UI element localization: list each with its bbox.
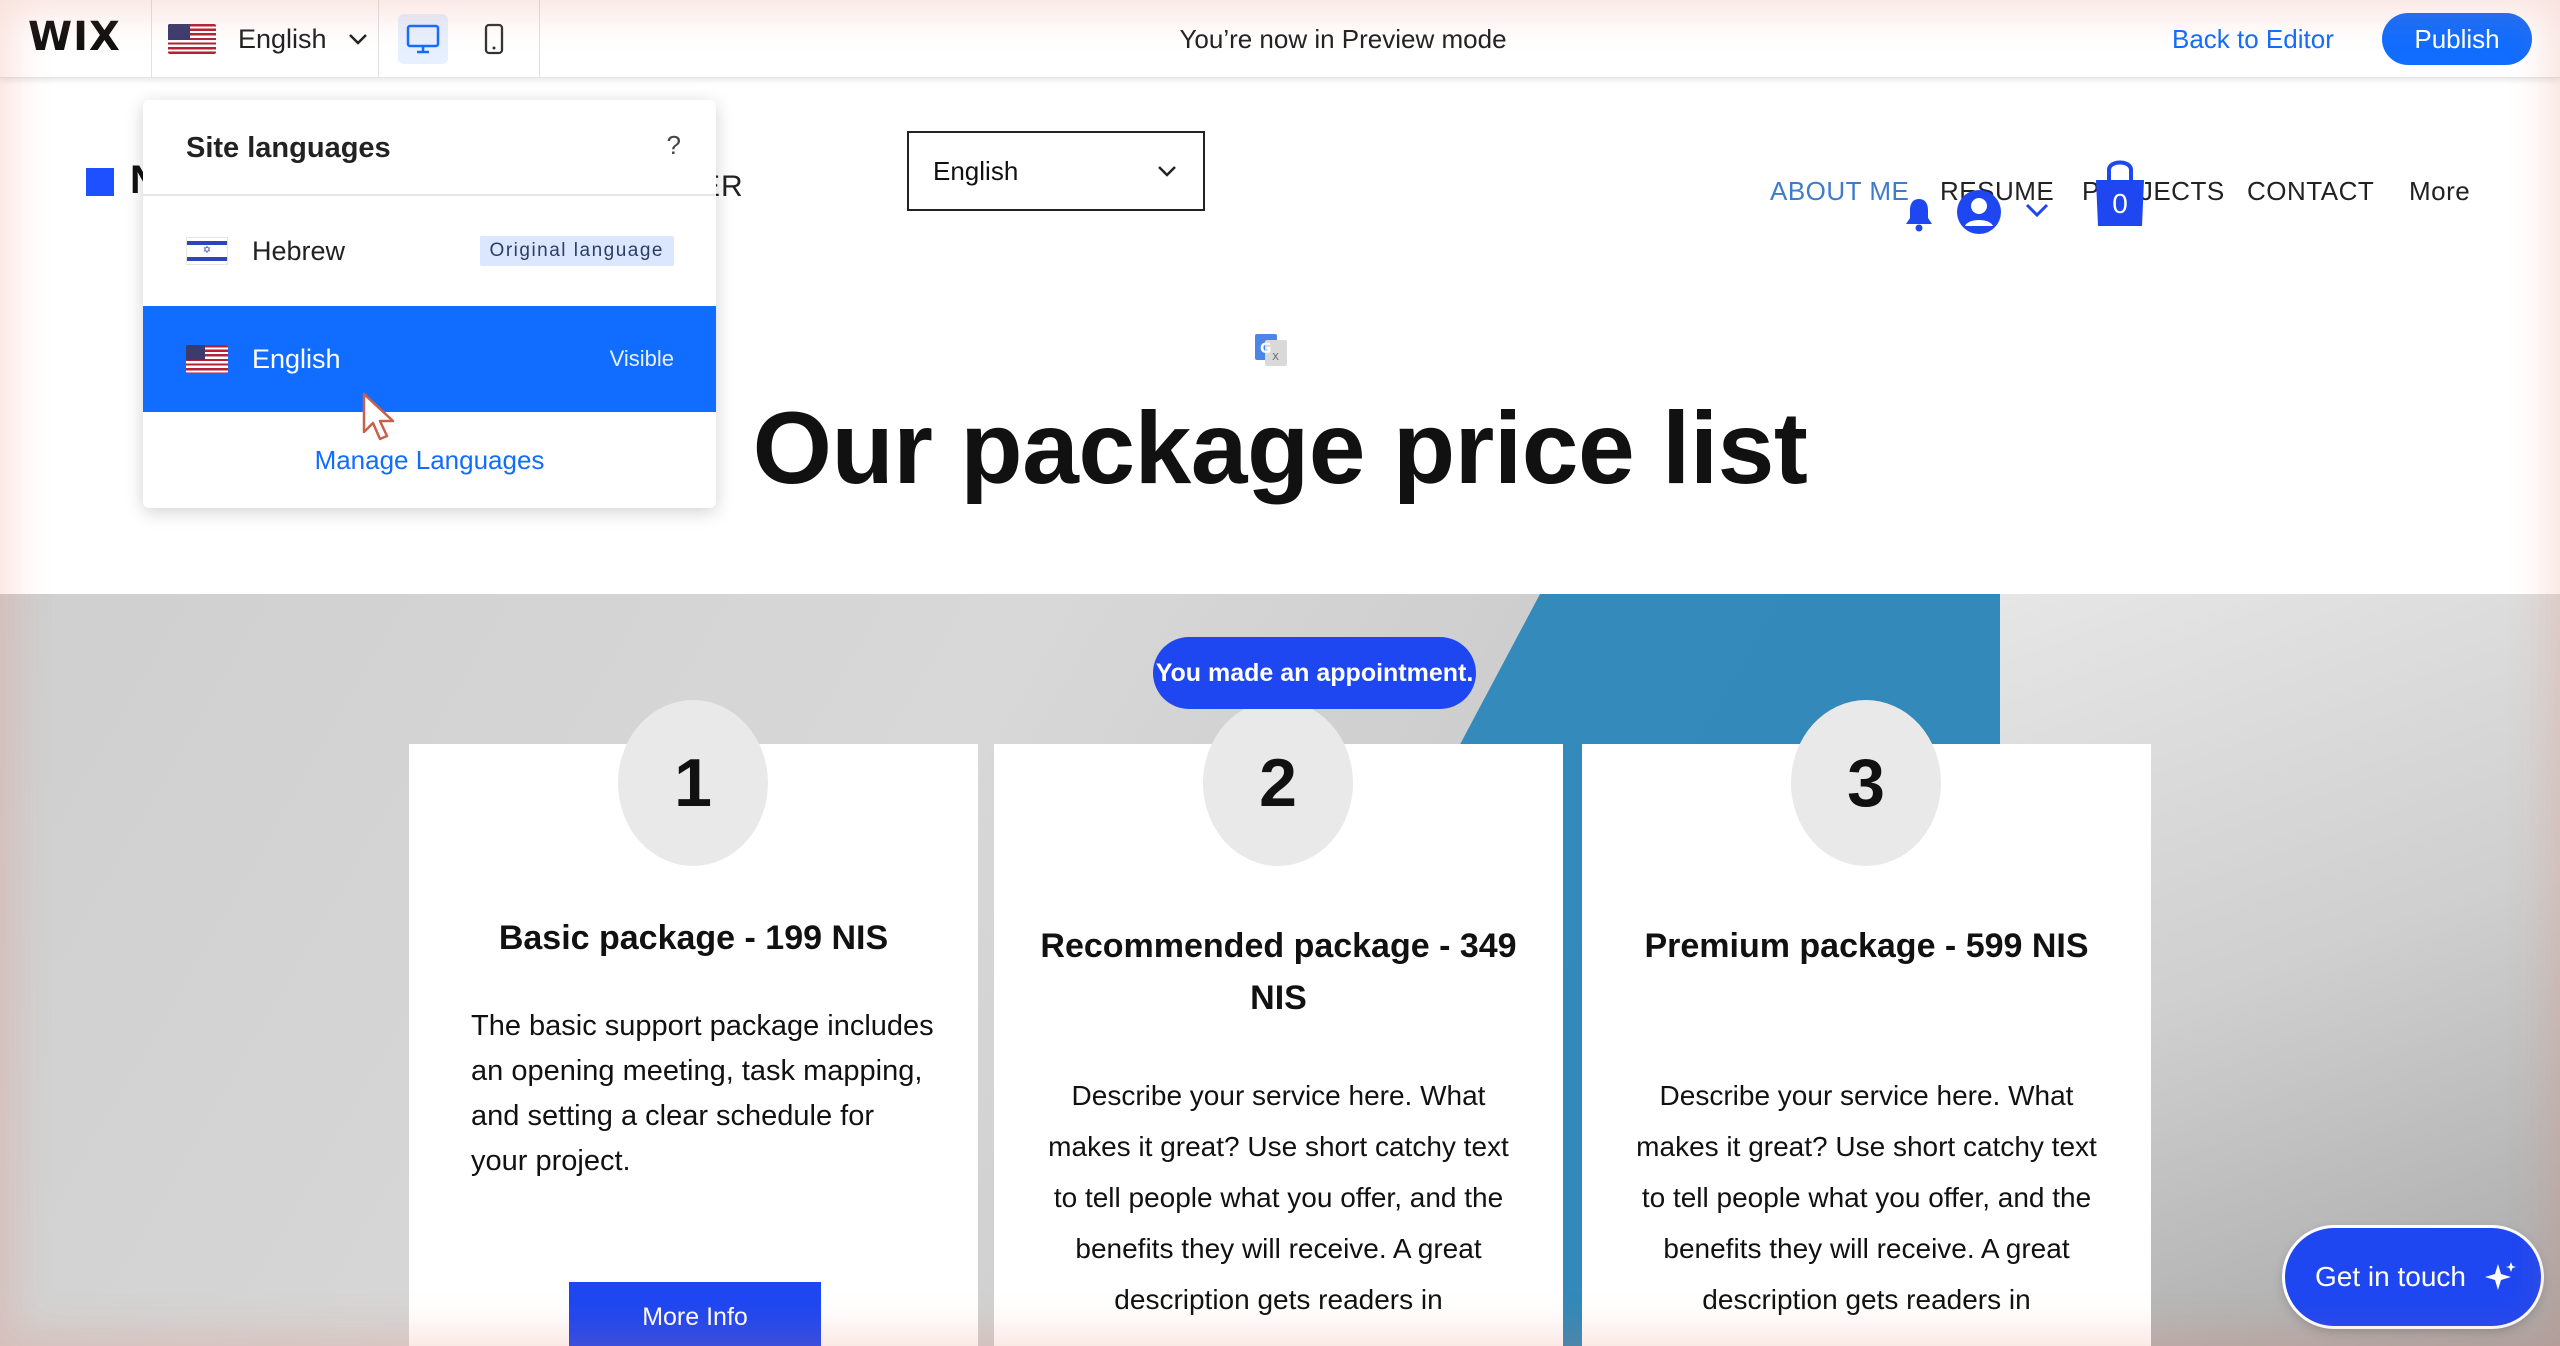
bell-icon[interactable] (1903, 196, 1935, 232)
nav-about-me[interactable]: ABOUT ME (1770, 176, 1909, 207)
user-avatar-icon[interactable] (1955, 188, 2003, 236)
sparkle-icon (2484, 1262, 2516, 1290)
cart-count: 0 (2112, 188, 2128, 219)
language-option-hebrew[interactable]: ✡ Hebrew Original language (143, 198, 716, 304)
svg-text:x: x (1272, 349, 1279, 363)
get-in-touch-label: Get in touch (2315, 1261, 2466, 1292)
nav-more[interactable]: More (2409, 176, 2470, 207)
package-description: Describe your service here. What makes i… (1048, 1080, 1509, 1315)
pricing-section: You made an appointment. 1 Basic package… (0, 594, 2560, 1346)
package-title: Recommended package - 349 NIS (1040, 927, 1517, 1017)
more-info-button[interactable]: More Info (569, 1282, 821, 1346)
package-number: 2 (1203, 700, 1353, 866)
package-card-basic: 1 Basic package - 199 NIS The basic supp… (409, 700, 978, 1346)
translate-icon[interactable]: G x (1253, 332, 1289, 368)
package-number: 1 (618, 700, 768, 866)
language-name: Hebrew (252, 235, 346, 266)
site-languages-popover: Site languages ? ✡ Hebrew Original langu… (143, 100, 716, 508)
chevron-down-icon[interactable] (2024, 200, 2050, 220)
chevron-down-icon (348, 34, 367, 45)
preview-toolbar: WIX English You’re now in Preview mode B… (0, 0, 2560, 78)
toolbar-divider (378, 0, 379, 78)
popover-title: Site languages (186, 132, 391, 164)
package-number: 3 (1791, 700, 1941, 866)
us-flag-icon (168, 24, 216, 54)
package-title: Premium package - 599 NIS (1644, 927, 2089, 965)
site-language-select[interactable]: English (907, 131, 1205, 211)
language-switcher-label: English (238, 23, 327, 54)
mouse-cursor-icon (362, 392, 395, 441)
toolbar-divider (539, 0, 540, 78)
popover-header: Site languages ? (143, 100, 716, 196)
wix-logo[interactable]: WIX (28, 14, 121, 60)
package-description: The basic support package includes an op… (471, 1010, 934, 1177)
language-switcher[interactable]: English (152, 0, 378, 78)
svg-text:G: G (1260, 341, 1272, 357)
chevron-down-icon (1158, 166, 1176, 177)
package-description: Describe your service here. What makes i… (1636, 1080, 2097, 1315)
get-in-touch-button[interactable]: Get in touch (2285, 1228, 2541, 1326)
publish-button[interactable]: Publish (2382, 13, 2532, 65)
manage-languages-link[interactable]: Manage Languages (143, 445, 716, 476)
mobile-icon (484, 23, 504, 55)
nav-contact[interactable]: CONTACT (2247, 176, 2374, 207)
cart-button[interactable]: 0 (2090, 154, 2150, 230)
desktop-icon (406, 24, 440, 54)
back-to-editor-link[interactable]: Back to Editor (2172, 24, 2334, 55)
appointment-notification: You made an appointment. (1153, 637, 1476, 709)
language-name: English (252, 343, 341, 374)
israel-flag-icon: ✡ (186, 237, 228, 265)
desktop-view-button[interactable] (398, 14, 448, 64)
site-logo-mark (86, 168, 114, 196)
us-flag-icon (186, 345, 228, 373)
package-card-recommended: 2 Recommended package - 349 NIS Describe… (994, 700, 1563, 1346)
package-card-premium: 3 Premium package - 599 NIS Describe you… (1582, 700, 2151, 1346)
language-option-english[interactable]: English Visible (143, 306, 716, 412)
original-language-badge: Original language (479, 236, 674, 266)
site-language-value: English (933, 155, 1019, 186)
package-title: Basic package - 199 NIS (498, 919, 889, 957)
mobile-view-button[interactable] (469, 14, 519, 64)
visibility-status: Visible (609, 346, 674, 371)
help-icon[interactable]: ? (667, 130, 681, 161)
